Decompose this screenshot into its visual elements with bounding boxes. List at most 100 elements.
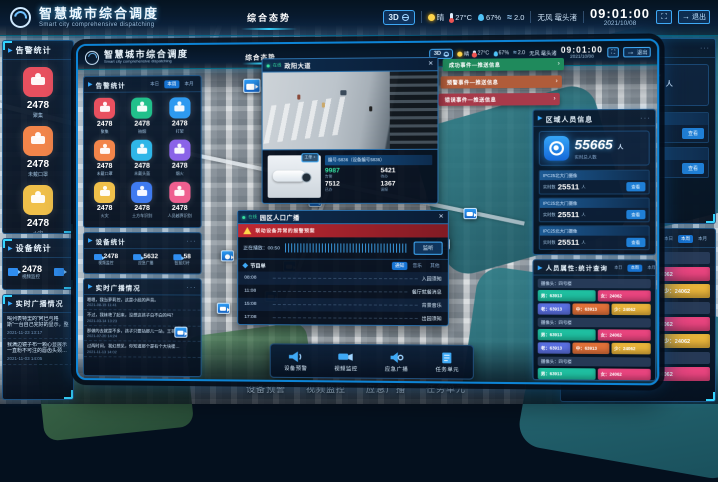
broadcast-time: 2021-11-03 14:05 [7,356,69,361]
more-icon[interactable]: ··· [186,284,196,291]
alarm-tile[interactable]: 2478火灾 [86,179,123,221]
emergency-broadcast-button[interactable]: 应急广播 [385,350,409,373]
alarm-tile[interactable]: 2478抽烟 [123,94,161,136]
video-monitor-button[interactable]: 视频监控 [334,350,357,373]
camera-stat: 7512已办 [325,181,376,193]
toolbar-label-task-unit[interactable]: 任务单元 [426,382,466,395]
alarm-tile[interactable]: 2478未戴头盔 [123,137,161,179]
toast-success[interactable]: 成功事件—推送信息› [443,58,564,71]
chip-young[interactable]: 少：24062 [660,284,710,298]
broadcast-item[interactable]: 过两时间，我幻想见，你知道那个是有个大块楼…2021-11-13 14:02 [84,341,201,357]
tab-week[interactable]: 本周 [628,265,642,272]
program-row[interactable]: 11:08餐厅就餐消息 [238,285,448,299]
toolbar-label-device-warning[interactable]: 设备预警 [246,382,286,395]
program-row[interactable]: 08:08入园须知 [238,272,448,286]
speaker-marker[interactable] [221,250,234,261]
tab-month[interactable]: 本月 [695,235,710,243]
toolbar-label-emergency-broadcast[interactable]: 应急广播 [366,382,406,395]
tab-day[interactable]: 本日 [611,265,625,272]
fullscreen-button[interactable]: ⛶ [607,48,619,58]
more-icon[interactable]: ··· [700,45,710,52]
broadcast-text: 喝列表特里的“阿巴与格斯”一台自己完好的显示，整个… [7,316,69,329]
tab-notice[interactable]: 通知 [392,262,408,270]
fullscreen-button[interactable]: ⛶ [656,10,672,24]
tab-month[interactable]: 本月 [181,80,196,88]
chip-male[interactable]: 男：63913 [538,329,596,341]
fire-icon [23,185,53,215]
view-button[interactable]: 查看 [626,238,646,247]
device-warning-button[interactable]: 设备预警 [284,350,307,372]
panel-marker-icon: ▶ [88,284,93,290]
chip-male[interactable]: 男：63913 [538,368,596,380]
camera-marker[interactable] [174,327,187,338]
alarm-tile[interactable]: 2478打架 [161,94,199,136]
view-button[interactable]: 查看 [626,182,646,191]
broadcast-item[interactable]: 喝列表特里的“阿巴与格斯”一台自己完好的显示，整个… 2021-11-23 13… [3,313,73,339]
tab-other[interactable]: 其他 [427,262,443,270]
attr-group: 摄像头：四号楼 男：63913 女：24062 [538,357,651,381]
toolbar-label-video-monitor[interactable]: 视频监控 [306,382,346,395]
close-icon[interactable]: ✕ [428,61,433,67]
camera-popup-title: 政阳大道 [284,61,311,70]
chip-female[interactable]: 女：24062 [597,290,650,302]
broadcast-item[interactable]: 嗯嗯，我当萝莉控，这是小屁的声音。2021-08-15 11:41 [84,295,201,311]
alarm-tile[interactable]: 2478 聚集 [3,67,73,119]
alarm-tile[interactable]: 2478土方车识别 [123,179,161,221]
pedestrian [322,103,325,108]
globe-icon [402,14,409,21]
tab-music[interactable]: 音乐 [409,262,425,270]
task-unit-button[interactable]: 任务单元 [435,351,459,374]
toast-warning[interactable]: 预警事件—推送信息› [441,75,562,88]
chip-female[interactable]: 女：24062 [597,329,650,341]
no-mask-icon [94,140,115,161]
alarm-tile[interactable]: 2478烟火 [161,136,199,178]
thermometer-icon [450,13,453,22]
alarm-tile[interactable]: 2478未戴口罩 [86,137,123,179]
task-doc-icon [438,351,457,365]
chip-elder[interactable]: 老：63913 [538,342,571,354]
chip-middle[interactable]: 中：63913 [573,343,609,355]
view-button[interactable]: 查看 [682,128,704,139]
chip-elder[interactable]: 老：63913 [538,303,571,314]
program-row[interactable]: 15:08背景音乐 [238,298,448,312]
more-icon[interactable]: ··· [640,114,651,121]
alarm-tile[interactable]: 2478人员越界识别 [161,179,199,221]
broadcast-item[interactable]: 我满边镜子布一颗心显展示一直粉不可注的唇齿头颈… 2021-11-03 14:0… [3,339,73,365]
more-icon[interactable]: ··· [186,238,196,245]
chip-male[interactable]: 男：63913 [538,290,596,302]
view-button[interactable]: 查看 [626,210,646,219]
chip-middle[interactable]: 中：63913 [573,303,609,315]
tab-month[interactable]: 本月 [644,265,656,272]
tab-overall-situation[interactable]: 综合态势 [245,8,293,27]
alarm-tile-label: 聚集 [33,112,43,119]
camera-marker[interactable] [463,208,477,219]
tab-week[interactable]: 本周 [678,235,693,243]
program-row[interactable]: 17:08出园须知 [238,311,448,325]
exit-button[interactable]: →退出 [623,47,651,58]
camera-marker[interactable] [217,303,230,314]
toast-error[interactable]: 错误事件—推送信息› [438,93,559,106]
alarm-tile[interactable]: 2478聚集 [86,95,123,137]
camera-popup-titlebar: 在线 政阳大道 ✕ [263,58,438,73]
tab-week[interactable]: 本周 [164,80,179,88]
chip-young[interactable]: 少：24062 [611,304,651,316]
view-button[interactable]: 查看 [682,163,704,174]
close-icon[interactable]: ✕ [438,214,443,220]
humidity-icon [478,14,484,21]
exit-button[interactable]: →退出 [678,10,710,24]
work-order-tag[interactable]: 工单 + [301,153,318,162]
mode-3d-toggle[interactable]: 3D [383,10,415,25]
camera-marker[interactable] [243,79,260,93]
exit-icon: → [682,13,690,21]
attr-group: 摄像头：四号楼 男：63913 女：24062 老：63913 中：63913 … [538,279,651,316]
chip-young[interactable]: 少：24062 [660,334,710,348]
broadcast-item[interactable]: 不过，我妹艳了起来，没想这孩子白不白的吗？2021-03-14 13:23 [84,310,201,326]
camera-video-feed[interactable] [263,71,438,149]
listen-button[interactable]: 监听 [414,242,443,255]
chip-female[interactable]: 女：24062 [597,368,650,380]
alarm-tile[interactable]: 2478 未戴口罩 [3,126,73,178]
tab-day[interactable]: 本日 [147,80,162,88]
alarm-tile[interactable]: 2478 火灾 [3,185,73,234]
tab-day[interactable]: 本日 [661,235,676,243]
chip-young[interactable]: 少：24062 [611,343,651,355]
